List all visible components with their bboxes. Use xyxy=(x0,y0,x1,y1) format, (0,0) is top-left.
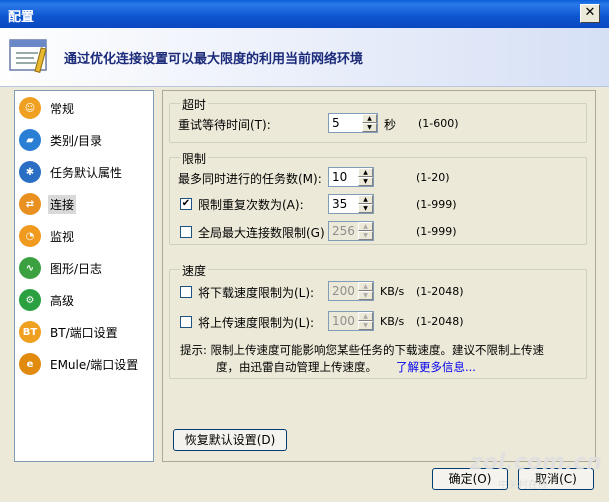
max-tasks-spinner[interactable]: 10 ▲ ▼ xyxy=(328,167,374,187)
global-conn-label: 全局最大连接数限制(G) xyxy=(198,226,325,240)
download-limit-range: (1-2048) xyxy=(416,285,464,298)
spin-down-icon[interactable]: ▼ xyxy=(358,177,373,186)
nav-item-advanced[interactable]: ⚙ 高级 xyxy=(19,287,149,313)
nav-item-chart[interactable]: ∿ 图形/日志 xyxy=(19,255,149,281)
limits-title: 限制 xyxy=(180,150,209,167)
spin-up-icon[interactable]: ▲ xyxy=(358,168,373,177)
connection-icon: ⇄ xyxy=(19,193,41,215)
folder-icon: ▰ xyxy=(19,129,41,151)
title-bar: 配置 ✕ xyxy=(0,0,609,28)
timeout-title: 超时 xyxy=(180,96,209,113)
gear-icon: ✱ xyxy=(19,161,41,183)
upload-limit-range: (1-2048) xyxy=(416,315,464,328)
upload-limit-unit: KB/s xyxy=(380,315,405,328)
download-limit-checkbox[interactable] xyxy=(180,286,192,298)
retry-wait-unit: 秒 xyxy=(384,118,397,132)
nav-item-label: BT/端口设置 xyxy=(50,325,118,340)
monitor-icon: ◔ xyxy=(19,225,41,247)
bt-icon: BT xyxy=(19,321,41,343)
upload-limit-label: 将上传速度限制为(L): xyxy=(198,316,315,330)
nav-item-label: 常规 xyxy=(50,101,75,116)
global-conn-spinner[interactable]: 256 ▲ ▼ xyxy=(328,221,374,241)
emule-icon: e xyxy=(19,353,41,375)
window-title: 配置 xyxy=(8,10,35,25)
global-conn-range: (1-999) xyxy=(416,225,457,238)
header-banner: 通过优化连接设置可以最大限度的利用当前网络环境 xyxy=(0,28,609,87)
nav-item-general[interactable]: ☺ 常规 xyxy=(19,95,149,121)
upload-limit-spinner[interactable]: 100 ▲ ▼ xyxy=(328,311,374,331)
spin-down-icon[interactable]: ▼ xyxy=(362,123,377,132)
banner-text: 通过优化连接设置可以最大限度的利用当前网络环境 xyxy=(64,52,364,67)
spin-down-icon[interactable]: ▼ xyxy=(358,321,373,330)
retry-wait-value: 5 xyxy=(332,116,340,130)
max-tasks-label: 最多同时进行的任务数(M): xyxy=(178,172,322,186)
spin-up-icon[interactable]: ▲ xyxy=(358,222,373,231)
retry-limit-range: (1-999) xyxy=(416,198,457,211)
nav-item-gear[interactable]: ✱ 任务默认属性 xyxy=(19,159,149,185)
global-conn-value: 256 xyxy=(332,224,355,238)
settings-panel: 超时 重试等待时间(T): 5 ▲ ▼ 秒 (1-600) 限制 最多同时进行的任… xyxy=(162,90,596,462)
nav-item-label: 监视 xyxy=(50,229,75,244)
restore-defaults-button[interactable]: 恢复默认设置(D) xyxy=(173,429,287,451)
retry-wait-range: (1-600) xyxy=(418,117,459,130)
settings-panel-icon xyxy=(9,39,47,73)
retry-limit-value: 35 xyxy=(332,197,348,211)
retry-wait-label: 重试等待时间(T): xyxy=(178,118,271,132)
nav-item-bt[interactable]: BT BT/端口设置 xyxy=(19,319,149,345)
retry-limit-spinner[interactable]: 35 ▲ ▼ xyxy=(328,194,374,214)
retry-wait-spinner[interactable]: 5 ▲ ▼ xyxy=(328,113,378,133)
nav-item-monitor[interactable]: ◔ 监视 xyxy=(19,223,149,249)
download-limit-spinner[interactable]: 200 ▲ ▼ xyxy=(328,281,374,301)
nav-item-label: 连接 xyxy=(48,194,77,214)
spin-down-icon[interactable]: ▼ xyxy=(358,204,373,213)
max-tasks-value: 10 xyxy=(332,170,348,184)
general-icon: ☺ xyxy=(19,97,41,119)
nav-item-label: EMule/端口设置 xyxy=(50,357,139,372)
speed-hint-line1: 提示: 限制上传速度可能影响您某些任务的下载速度。建议不限制上传速 xyxy=(180,343,545,357)
spin-up-icon[interactable]: ▲ xyxy=(358,195,373,204)
spin-up-icon[interactable]: ▲ xyxy=(358,312,373,321)
download-limit-label: 将下载速度限制为(L): xyxy=(198,286,315,300)
nav-item-label: 任务默认属性 xyxy=(50,165,123,180)
advanced-icon: ⚙ xyxy=(19,289,41,311)
nav-item-emule[interactable]: e EMule/端口设置 xyxy=(19,351,149,377)
retry-limit-checkbox[interactable]: ✔ xyxy=(180,198,192,210)
nav-item-label: 图形/日志 xyxy=(50,261,103,276)
watermark-logo: zol.com.cn xyxy=(470,450,602,475)
retry-limit-label: 限制重复次数为(A): xyxy=(198,198,304,212)
upload-limit-checkbox[interactable] xyxy=(180,316,192,328)
upload-limit-value: 100 xyxy=(332,314,355,328)
nav-item-label: 类别/目录 xyxy=(50,133,103,148)
chart-icon: ∿ xyxy=(19,257,41,279)
download-limit-unit: KB/s xyxy=(380,285,405,298)
watermark-subtext: 中关村在线 xyxy=(498,480,548,491)
speed-title: 速度 xyxy=(180,262,209,279)
timeout-group: 超时 重试等待时间(T): 5 ▲ ▼ 秒 (1-600) xyxy=(169,96,587,143)
learn-more-link[interactable]: 了解更多信息... xyxy=(396,359,476,375)
spin-up-icon[interactable]: ▲ xyxy=(362,114,377,123)
spin-up-icon[interactable]: ▲ xyxy=(358,282,373,291)
settings-nav: ☺ 常规 ▰ 类别/目录 ✱ 任务默认属性 ⇄ 连接 ◔ 监视 ∿ 图形/日志 ⚙ 高级 BT BT/端口设置… xyxy=(14,90,154,462)
nav-item-folder[interactable]: ▰ 类别/目录 xyxy=(19,127,149,153)
max-tasks-range: (1-20) xyxy=(416,171,450,184)
spin-down-icon[interactable]: ▼ xyxy=(358,231,373,240)
speed-hint-line2: 度，由迅雷自动管理上传速度。 xyxy=(216,360,377,374)
global-conn-checkbox[interactable] xyxy=(180,226,192,238)
speed-group: 速度 将下载速度限制为(L): 200 ▲ ▼ KB/s (1-2048) 将上传… xyxy=(169,262,587,379)
limits-group: 限制 最多同时进行的任务数(M): 10 ▲ ▼ (1-20) ✔ 限制重复次数为… xyxy=(169,150,587,245)
spin-down-icon[interactable]: ▼ xyxy=(358,291,373,300)
nav-item-connection[interactable]: ⇄ 连接 xyxy=(19,191,149,217)
nav-item-label: 高级 xyxy=(50,293,75,308)
download-limit-value: 200 xyxy=(332,284,355,298)
close-button[interactable]: ✕ xyxy=(580,4,600,23)
